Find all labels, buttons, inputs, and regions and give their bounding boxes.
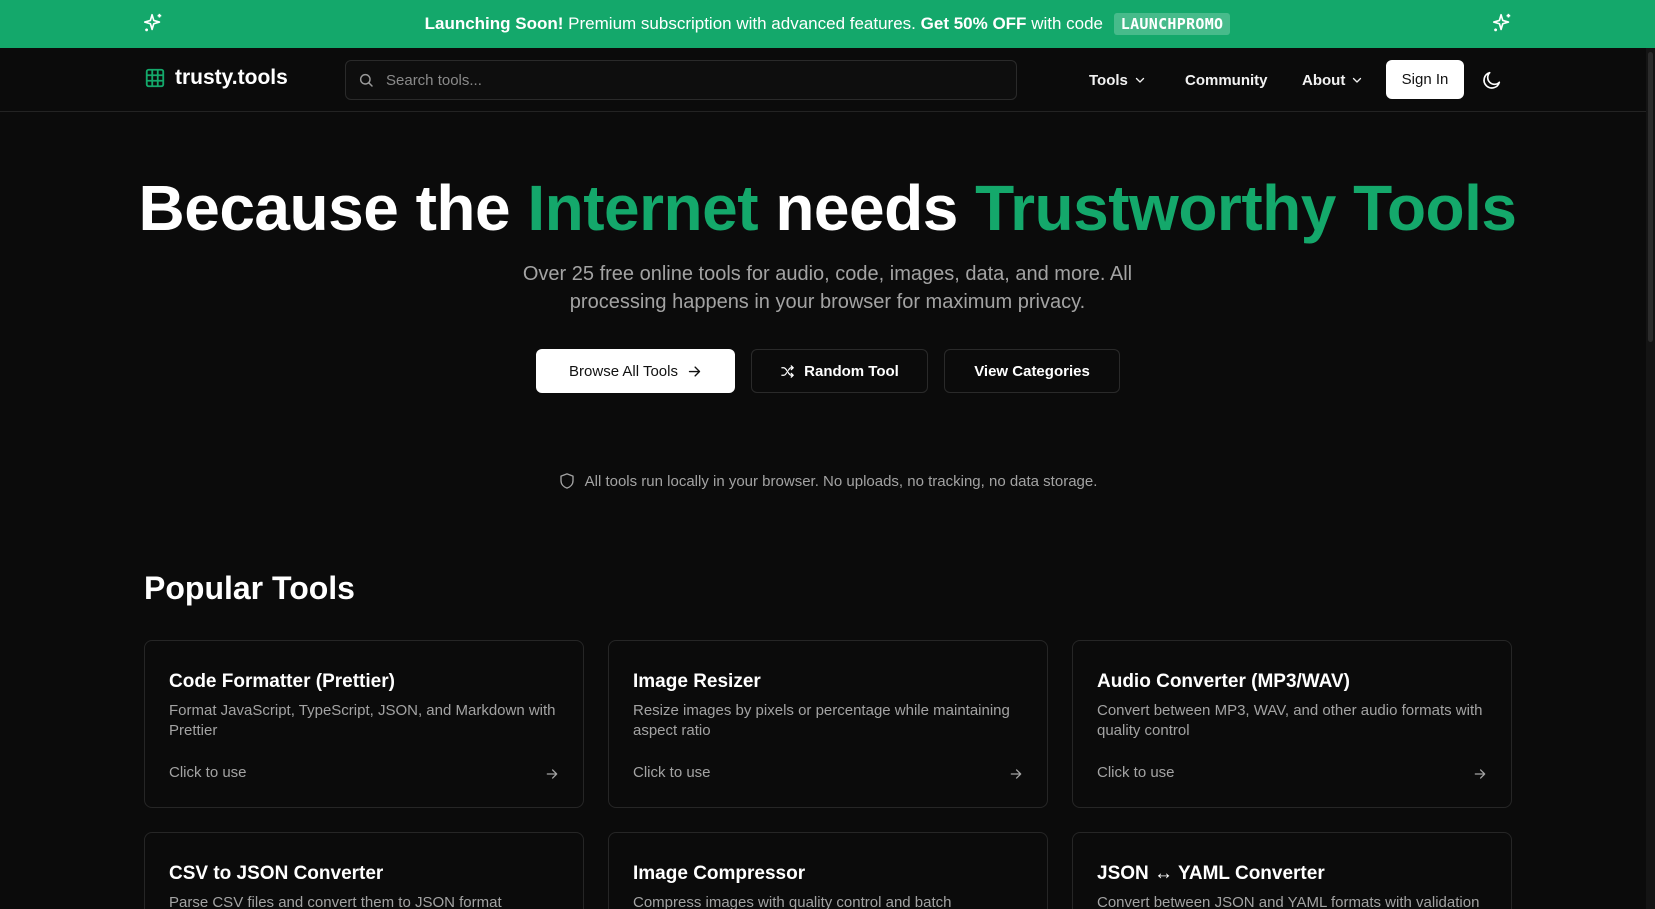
promo-lead: Launching Soon! [424, 14, 564, 33]
tool-card-description: Compress images with quality control and… [633, 894, 952, 909]
arrow-right-icon [1010, 769, 1022, 779]
sparkles-icon [143, 13, 162, 32]
view-categories-button[interactable]: View Categories [944, 349, 1120, 393]
search-input[interactable] [386, 71, 986, 89]
scrollbar-thumb[interactable] [1648, 52, 1653, 342]
chevron-down-icon [1353, 77, 1362, 83]
browse-all-tools-button[interactable]: Browse All Tools [536, 349, 735, 393]
logo-link[interactable]: trusty.tools [144, 66, 288, 90]
arrow-right-icon [688, 365, 701, 377]
grid-icon [145, 68, 165, 88]
tool-card-cta: Click to use [169, 764, 247, 781]
tool-card-csv-to-json[interactable]: CSV to JSON Converter Parse CSV files an… [144, 832, 584, 909]
nav-community-label: Community [1185, 71, 1268, 89]
hero-subtitle: Over 25 free online tools for audio, cod… [522, 263, 1133, 313]
tool-card-code-formatter[interactable]: Code Formatter (Prettier) Format JavaScr… [144, 640, 584, 808]
moon-icon[interactable] [1481, 69, 1503, 91]
nav-tools-label: Tools [1089, 71, 1128, 89]
arrow-right-icon [546, 769, 558, 779]
tool-card-json-yaml[interactable]: JSON ↔ YAML Converter Convert between JS… [1072, 832, 1512, 909]
tool-card-cta: Click to use [1097, 764, 1175, 781]
random-tool-label: Random Tool [804, 362, 899, 380]
privacy-note-text: All tools run locally in your browser. N… [584, 472, 1098, 490]
page: Launching Soon! Premium subscription wit… [0, 0, 1655, 909]
search-box[interactable] [345, 60, 1017, 100]
random-tool-button[interactable]: Random Tool [751, 349, 928, 393]
tool-card-title: Image Resizer [633, 671, 761, 692]
promo-banner: Launching Soon! Premium subscription wit… [0, 0, 1655, 48]
tool-card-title: Code Formatter (Prettier) [169, 671, 395, 692]
browse-all-tools-label: Browse All Tools [569, 362, 678, 380]
sparkles-icon [1492, 13, 1511, 32]
tool-card-description: Parse CSV files and convert them to JSON… [169, 894, 502, 909]
sign-in-button[interactable]: Sign In [1386, 60, 1464, 99]
tool-card-description: Convert between MP3, WAV, and other audi… [1097, 702, 1483, 739]
hero-title-highlight-internet: Internet [527, 172, 759, 244]
tool-card-title: Image Compressor [633, 863, 806, 884]
nav-about[interactable]: About [1302, 60, 1363, 100]
promo-offer: Get 50% OFF [920, 14, 1027, 33]
tool-card-description: Convert between JSON and YAML formats wi… [1097, 894, 1480, 909]
arrow-right-icon [1474, 769, 1486, 779]
site-header: trusty.tools Tools Community About Sign … [0, 48, 1655, 112]
promo-text: Premium subscription with advanced featu… [568, 14, 916, 33]
logo-text: trusty.tools [175, 66, 288, 89]
hero-title-highlight-tools: Trustworthy Tools [975, 172, 1517, 244]
tool-card-cta: Click to use [633, 764, 711, 781]
privacy-note: All tools run locally in your browser. N… [0, 472, 1655, 490]
nav-tools[interactable]: Tools [1089, 60, 1146, 100]
hero-title-part1: Because the [138, 172, 528, 244]
nav-community[interactable]: Community [1185, 60, 1268, 100]
page-scrollbar[interactable] [1646, 48, 1655, 909]
nav-about-label: About [1302, 71, 1346, 89]
shuffle-icon [781, 364, 794, 378]
popular-tools-heading: Popular Tools [144, 570, 355, 606]
promo-with-code: with code [1031, 14, 1104, 33]
tool-card-description: Resize images by pixels or percentage wh… [633, 702, 1010, 739]
shield-icon [559, 473, 574, 489]
tool-card-image-compressor[interactable]: Image Compressor Compress images with qu… [608, 832, 1048, 909]
tool-card-title: Audio Converter (MP3/WAV) [1097, 671, 1350, 692]
chevron-down-icon [1135, 77, 1145, 83]
tool-card-audio-converter[interactable]: Audio Converter (MP3/WAV) Convert betwee… [1072, 640, 1512, 808]
tool-card-description: Format JavaScript, TypeScript, JSON, and… [169, 702, 556, 739]
tool-card-title: JSON ↔ YAML Converter [1097, 863, 1325, 884]
promo-code: LAUNCHPROMO [1113, 13, 1231, 35]
tool-card-image-resizer[interactable]: Image Resizer Resize images by pixels or… [608, 640, 1048, 808]
hero-title-part2: needs [758, 172, 976, 244]
search-icon [359, 73, 373, 87]
hero-title: Because the Internet needs Trustworthy T… [0, 172, 1655, 244]
tool-card-title: CSV to JSON Converter [169, 863, 384, 884]
